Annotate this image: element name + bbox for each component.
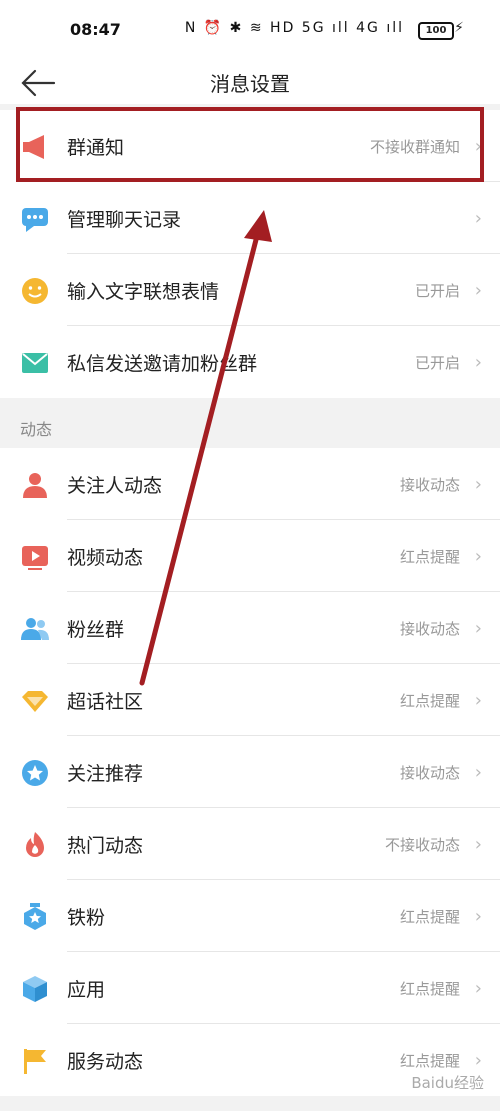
settings-row[interactable]: 群通知 不接收群通知 › [0,110,500,182]
row-label: 私信发送邀请加粉丝群 [67,352,258,375]
row-value: 红点提醒 [399,907,460,926]
row-label: 服务动态 [67,1050,144,1073]
chevron-right-icon: › [474,351,482,373]
chevron-right-icon: › [474,207,482,229]
chevron-right-icon: › [474,761,482,783]
settings-row[interactable]: 管理聊天记录 › [0,182,500,254]
row-value: 红点提醒 [399,547,460,566]
row-label: 输入文字联想表情 [67,280,220,303]
row-value: 红点提醒 [399,979,460,998]
chat-bubble-icon [20,204,50,234]
settings-row[interactable]: 热门动态 不接收动态 › [0,808,500,880]
row-value: 红点提醒 [399,691,460,710]
row-value: 接收动态 [399,475,460,494]
row-label: 粉丝群 [67,618,125,641]
charging-icon: ⚡ [454,20,464,36]
cube-icon [20,974,50,1004]
megaphone-icon [20,132,50,162]
chevron-right-icon: › [474,833,482,855]
section-header-dynamics: 动态 [0,400,500,448]
page-title: 消息设置 [210,72,290,96]
flame-icon [20,830,50,860]
chevron-right-icon: › [474,617,482,639]
envelope-icon [20,348,50,378]
chevron-right-icon: › [474,135,482,157]
row-label: 关注推荐 [67,762,144,785]
medal-icon [20,902,50,932]
settings-list-dynamics: 关注人动态 接收动态 › 视频动态 红点提醒 › 粉丝群 接收动态 › 超话社区 红点提醒 › 关注推荐… [0,448,500,1096]
chevron-right-icon: › [474,545,482,567]
settings-row[interactable]: 关注人动态 接收动态 › [0,448,500,520]
section-title: 动态 [20,420,53,439]
row-label: 应用 [67,978,106,1001]
video-icon [20,542,50,572]
chevron-right-icon: › [474,1049,482,1071]
flag-icon [20,1046,50,1076]
status-bar: 08:47 N ⏰ ✱ ≋ HD 5G ıll 4G ıll 100 ⚡ [0,0,500,62]
row-label: 超话社区 [67,690,144,713]
battery-icon: 100 [418,22,454,40]
chevron-right-icon: › [474,473,482,495]
row-value: 红点提醒 [399,1051,460,1070]
person-icon [20,470,50,500]
row-label: 热门动态 [67,834,144,857]
row-label: 铁粉 [67,906,106,929]
settings-row[interactable]: 应用 红点提醒 › [0,952,500,1024]
row-label: 群通知 [67,136,125,159]
diamond-icon [20,686,50,716]
row-label: 视频动态 [67,546,144,569]
status-time: 08:47 [70,20,121,39]
smiley-icon [20,276,50,306]
row-label: 管理聊天记录 [67,208,182,231]
chevron-right-icon: › [474,279,482,301]
group-icon [20,614,50,644]
row-value: 已开启 [414,281,460,300]
chevron-right-icon: › [474,689,482,711]
settings-row[interactable]: 超话社区 红点提醒 › [0,664,500,736]
star-badge-icon [20,758,50,788]
row-value: 接收动态 [399,763,460,782]
settings-list-top: 群通知 不接收群通知 › 管理聊天记录 › 输入文字联想表情 已开启 › 私信发送邀请加粉丝群已… [0,110,500,398]
row-value: 接收动态 [399,619,460,638]
chevron-right-icon: › [474,905,482,927]
watermark: Baidu经验 [411,1074,484,1092]
settings-row[interactable]: 私信发送邀请加粉丝群 已开启 › [0,326,500,398]
row-value: 不接收群通知 [369,137,460,156]
settings-row[interactable]: 视频动态 红点提醒 › [0,520,500,592]
settings-row[interactable]: 输入文字联想表情 已开启 › [0,254,500,326]
app-header: 消息设置 [0,62,500,104]
chevron-right-icon: › [474,977,482,999]
settings-row[interactable]: 关注推荐 接收动态 › [0,736,500,808]
row-label: 关注人动态 [67,474,163,497]
row-value: 不接收动态 [384,835,460,854]
row-value: 已开启 [414,353,460,372]
settings-row[interactable]: 粉丝群 接收动态 › [0,592,500,664]
status-icons: N ⏰ ✱ ≋ HD 5G ıll 4G ıll [184,20,404,36]
settings-row[interactable]: 铁粉 红点提醒 › [0,880,500,952]
